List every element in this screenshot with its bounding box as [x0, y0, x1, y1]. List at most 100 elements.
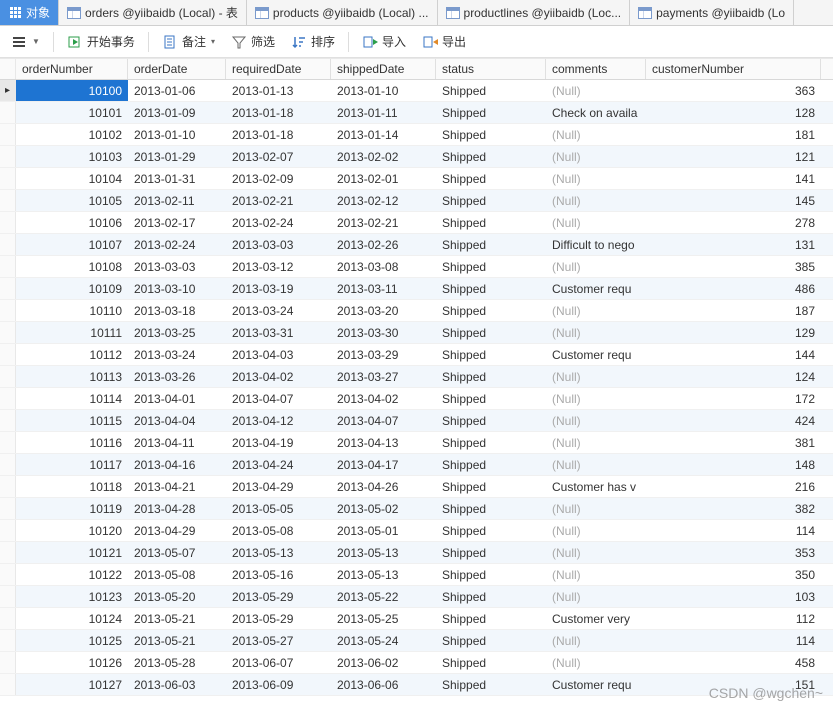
cell-shippedDate[interactable]: 2013-05-13 [331, 564, 436, 585]
cell-orderNumber[interactable]: 10100 [16, 80, 128, 101]
cell-customerNumber[interactable]: 181 [646, 124, 821, 145]
cell-status[interactable]: Shipped [436, 454, 546, 475]
cell-status[interactable]: Shipped [436, 168, 546, 189]
cell-status[interactable]: Shipped [436, 80, 546, 101]
cell-orderNumber[interactable]: 10127 [16, 674, 128, 695]
cell-status[interactable]: Shipped [436, 278, 546, 299]
cell-status[interactable]: Shipped [436, 520, 546, 541]
cell-comments[interactable]: Customer has v [546, 476, 646, 497]
table-row[interactable]: 101102013-03-182013-03-242013-03-20Shipp… [0, 300, 833, 322]
cell-shippedDate[interactable]: 2013-02-12 [331, 190, 436, 211]
cell-customerNumber[interactable]: 114 [646, 630, 821, 651]
table-row[interactable]: 101152013-04-042013-04-122013-04-07Shipp… [0, 410, 833, 432]
cell-comments[interactable]: Check on availa [546, 102, 646, 123]
tab-payments[interactable]: payments @yiibaidb (Lo [630, 0, 794, 25]
cell-comments[interactable]: (Null) [546, 520, 646, 541]
cell-shippedDate[interactable]: 2013-05-01 [331, 520, 436, 541]
cell-customerNumber[interactable]: 350 [646, 564, 821, 585]
cell-shippedDate[interactable]: 2013-03-27 [331, 366, 436, 387]
cell-comments[interactable]: (Null) [546, 256, 646, 277]
cell-orderNumber[interactable]: 10112 [16, 344, 128, 365]
table-row[interactable]: 101092013-03-102013-03-192013-03-11Shipp… [0, 278, 833, 300]
cell-orderNumber[interactable]: 10108 [16, 256, 128, 277]
table-row[interactable]: 101062013-02-172013-02-242013-02-21Shipp… [0, 212, 833, 234]
cell-requiredDate[interactable]: 2013-05-08 [226, 520, 331, 541]
cell-status[interactable]: Shipped [436, 630, 546, 651]
cell-orderDate[interactable]: 2013-05-07 [128, 542, 226, 563]
table-row[interactable]: 101242013-05-212013-05-292013-05-25Shipp… [0, 608, 833, 630]
cell-comments[interactable]: (Null) [546, 454, 646, 475]
cell-orderDate[interactable]: 2013-04-29 [128, 520, 226, 541]
cell-orderNumber[interactable]: 10119 [16, 498, 128, 519]
cell-shippedDate[interactable]: 2013-03-30 [331, 322, 436, 343]
cell-orderNumber[interactable]: 10121 [16, 542, 128, 563]
cell-requiredDate[interactable]: 2013-05-27 [226, 630, 331, 651]
begin-transaction-button[interactable]: 开始事务 [62, 30, 140, 53]
cell-requiredDate[interactable]: 2013-06-07 [226, 652, 331, 673]
cell-requiredDate[interactable]: 2013-03-12 [226, 256, 331, 277]
col-comments[interactable]: comments [546, 59, 646, 79]
cell-requiredDate[interactable]: 2013-05-13 [226, 542, 331, 563]
cell-orderDate[interactable]: 2013-03-18 [128, 300, 226, 321]
cell-orderDate[interactable]: 2013-04-28 [128, 498, 226, 519]
table-row[interactable]: ▸101002013-01-062013-01-132013-01-10Ship… [0, 80, 833, 102]
cell-comments[interactable]: (Null) [546, 388, 646, 409]
cell-comments[interactable]: (Null) [546, 146, 646, 167]
cell-shippedDate[interactable]: 2013-02-21 [331, 212, 436, 233]
tab-orders[interactable]: orders @yiibaidb (Local) - 表 [59, 0, 247, 25]
cell-requiredDate[interactable]: 2013-04-07 [226, 388, 331, 409]
cell-comments[interactable]: (Null) [546, 542, 646, 563]
col-orderDate[interactable]: orderDate [128, 59, 226, 79]
cell-status[interactable]: Shipped [436, 674, 546, 695]
cell-orderDate[interactable]: 2013-04-04 [128, 410, 226, 431]
cell-shippedDate[interactable]: 2013-03-29 [331, 344, 436, 365]
cell-shippedDate[interactable]: 2013-04-02 [331, 388, 436, 409]
table-row[interactable]: 101042013-01-312013-02-092013-02-01Shipp… [0, 168, 833, 190]
col-status[interactable]: status [436, 59, 546, 79]
cell-comments[interactable]: (Null) [546, 322, 646, 343]
cell-comments[interactable]: Customer requ [546, 278, 646, 299]
table-row[interactable]: 101262013-05-282013-06-072013-06-02Shipp… [0, 652, 833, 674]
cell-orderNumber[interactable]: 10113 [16, 366, 128, 387]
cell-orderDate[interactable]: 2013-02-11 [128, 190, 226, 211]
cell-shippedDate[interactable]: 2013-03-20 [331, 300, 436, 321]
cell-customerNumber[interactable]: 141 [646, 168, 821, 189]
cell-orderDate[interactable]: 2013-06-03 [128, 674, 226, 695]
cell-shippedDate[interactable]: 2013-06-02 [331, 652, 436, 673]
cell-shippedDate[interactable]: 2013-02-02 [331, 146, 436, 167]
cell-comments[interactable]: (Null) [546, 564, 646, 585]
cell-requiredDate[interactable]: 2013-03-24 [226, 300, 331, 321]
cell-comments[interactable]: Difficult to nego [546, 234, 646, 255]
cell-customerNumber[interactable]: 112 [646, 608, 821, 629]
cell-customerNumber[interactable]: 458 [646, 652, 821, 673]
memo-button[interactable]: 备注▾ [157, 30, 220, 53]
cell-comments[interactable]: Customer requ [546, 674, 646, 695]
cell-customerNumber[interactable]: 148 [646, 454, 821, 475]
cell-requiredDate[interactable]: 2013-05-29 [226, 608, 331, 629]
cell-requiredDate[interactable]: 2013-04-12 [226, 410, 331, 431]
cell-requiredDate[interactable]: 2013-04-02 [226, 366, 331, 387]
cell-orderNumber[interactable]: 10109 [16, 278, 128, 299]
cell-orderNumber[interactable]: 10102 [16, 124, 128, 145]
cell-orderDate[interactable]: 2013-05-21 [128, 608, 226, 629]
cell-requiredDate[interactable]: 2013-01-13 [226, 80, 331, 101]
cell-comments[interactable]: (Null) [546, 410, 646, 431]
cell-orderDate[interactable]: 2013-04-01 [128, 388, 226, 409]
cell-orderDate[interactable]: 2013-03-26 [128, 366, 226, 387]
cell-orderDate[interactable]: 2013-05-20 [128, 586, 226, 607]
cell-status[interactable]: Shipped [436, 146, 546, 167]
cell-status[interactable]: Shipped [436, 432, 546, 453]
cell-status[interactable]: Shipped [436, 102, 546, 123]
cell-status[interactable]: Shipped [436, 322, 546, 343]
data-grid[interactable]: orderNumber orderDate requiredDate shipp… [0, 58, 833, 696]
cell-customerNumber[interactable]: 278 [646, 212, 821, 233]
cell-customerNumber[interactable]: 363 [646, 80, 821, 101]
table-row[interactable]: 101142013-04-012013-04-072013-04-02Shipp… [0, 388, 833, 410]
cell-customerNumber[interactable]: 385 [646, 256, 821, 277]
cell-orderDate[interactable]: 2013-03-10 [128, 278, 226, 299]
table-row[interactable]: 101172013-04-162013-04-242013-04-17Shipp… [0, 454, 833, 476]
cell-comments[interactable]: (Null) [546, 366, 646, 387]
table-row[interactable]: 101082013-03-032013-03-122013-03-08Shipp… [0, 256, 833, 278]
cell-status[interactable]: Shipped [436, 344, 546, 365]
cell-orderDate[interactable]: 2013-02-24 [128, 234, 226, 255]
